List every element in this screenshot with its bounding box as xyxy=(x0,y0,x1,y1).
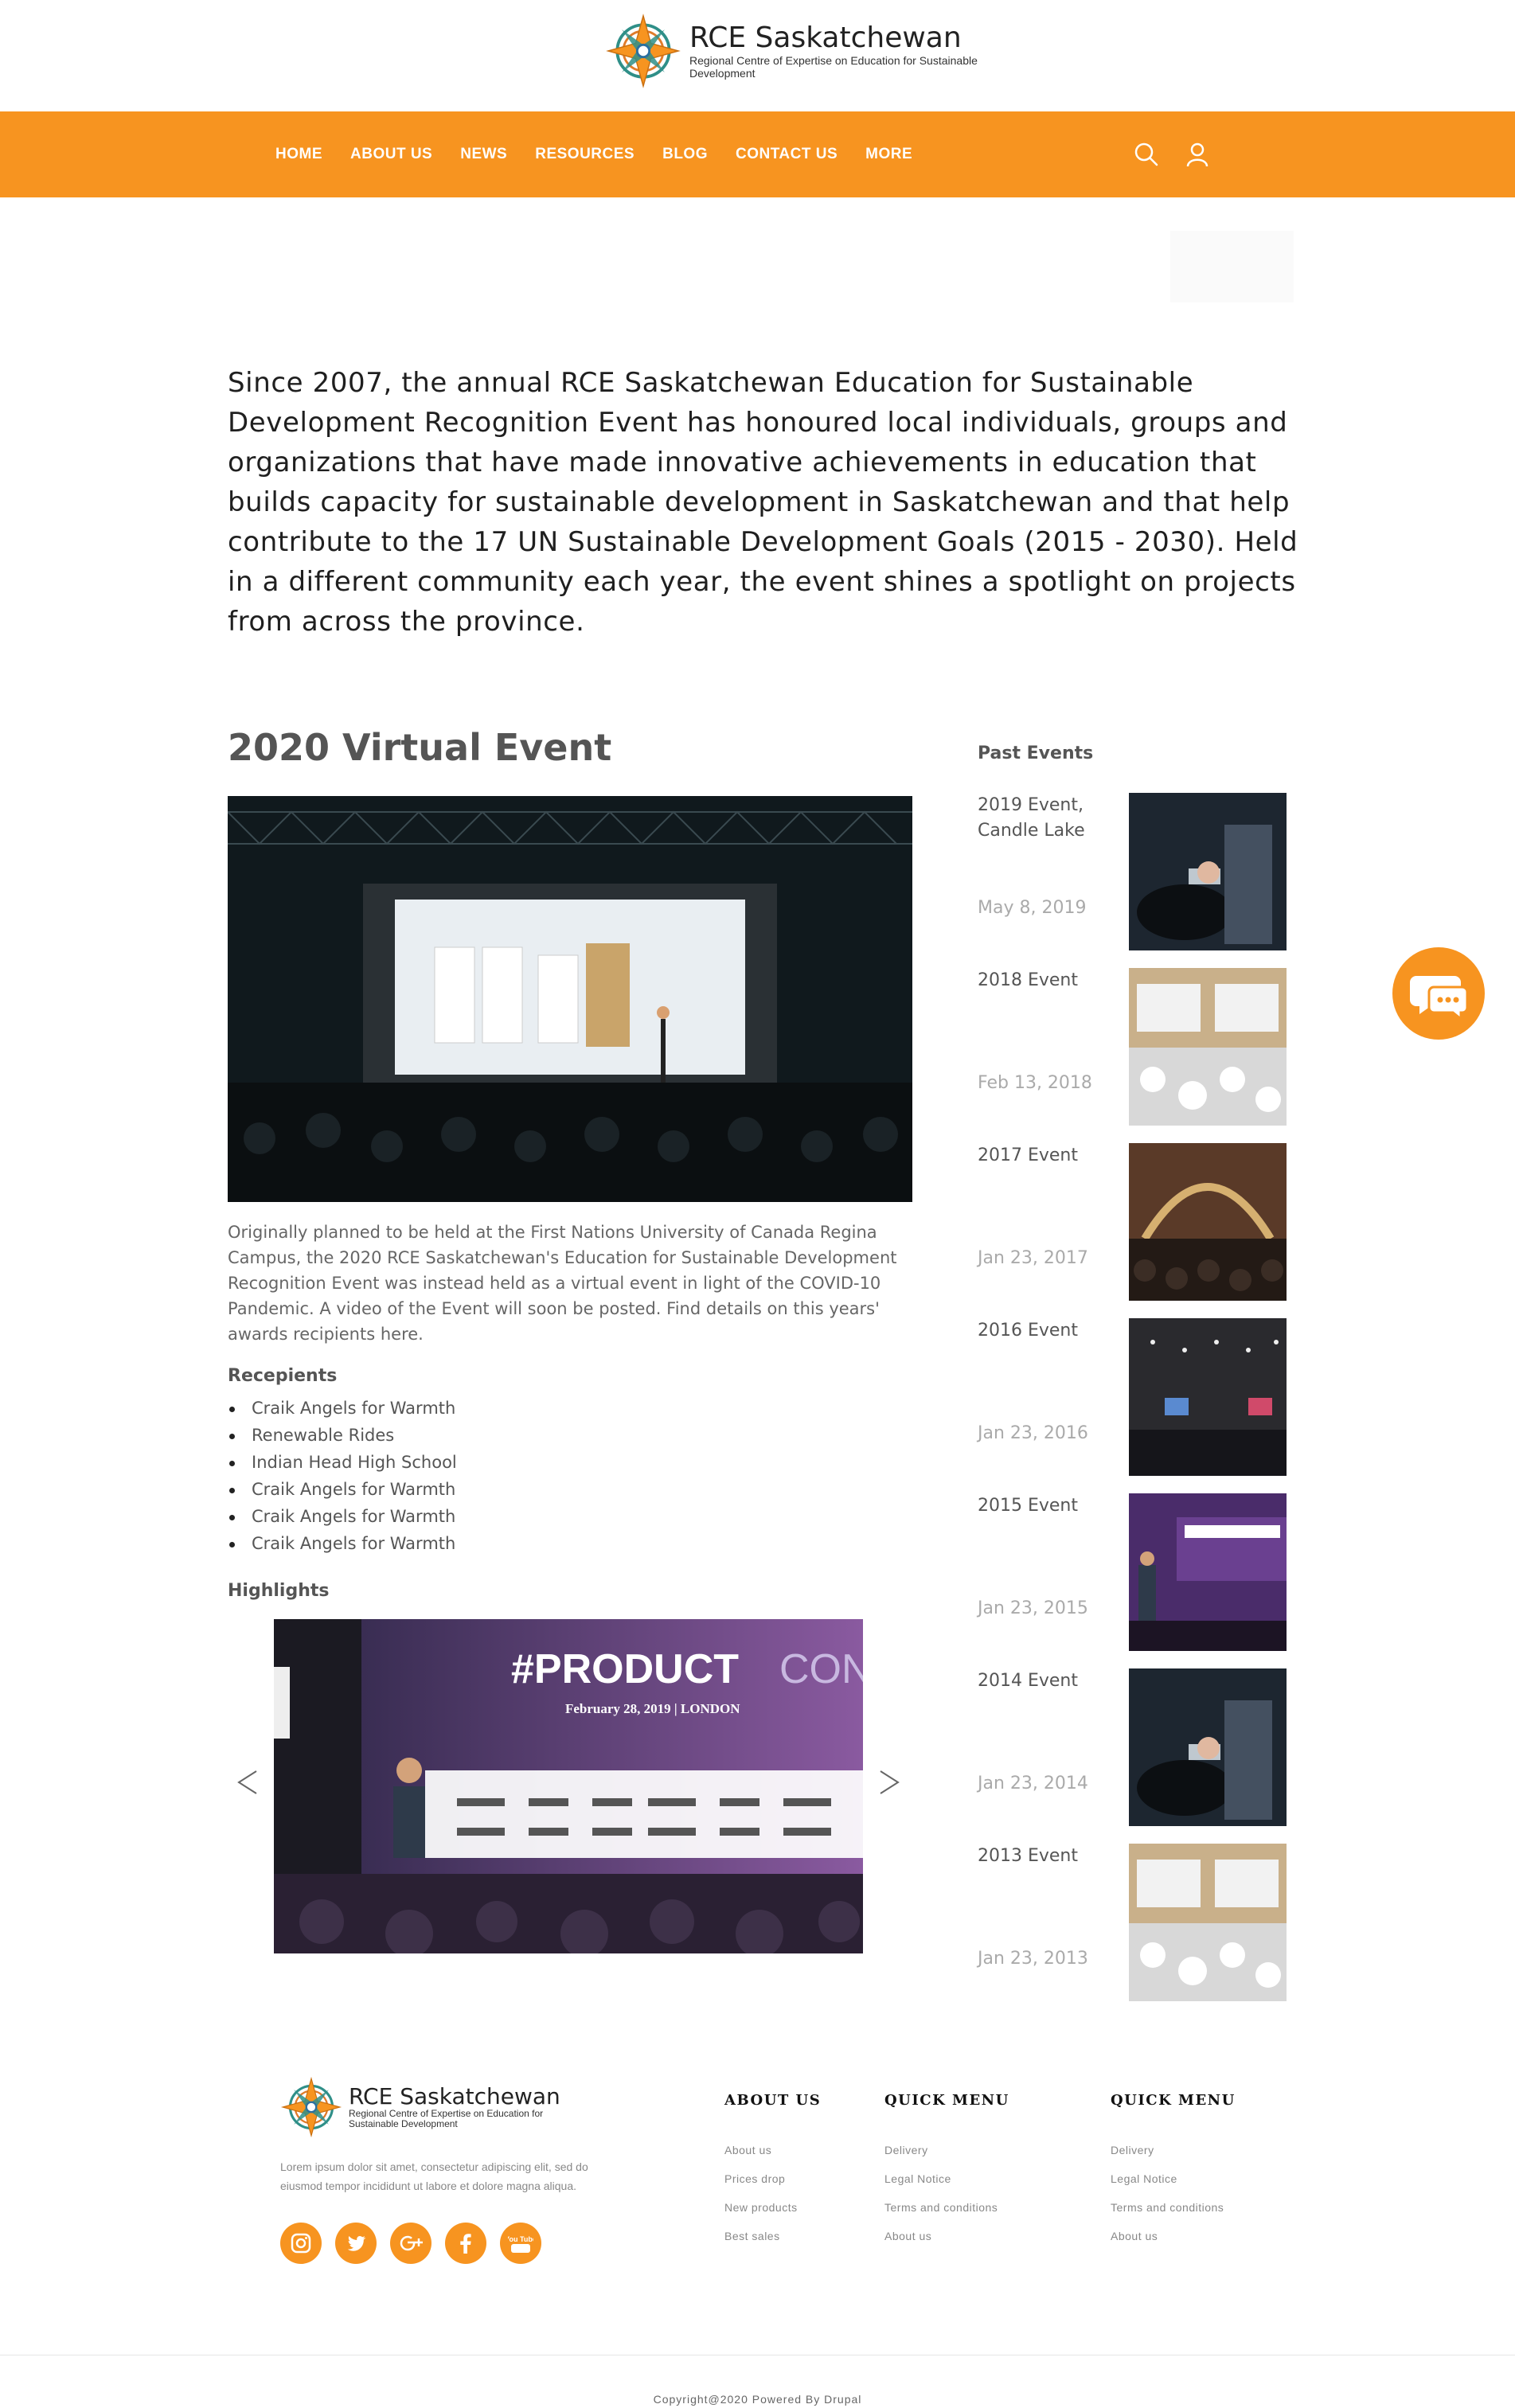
footer-link[interactable]: Terms and conditions xyxy=(884,2193,1009,2222)
footer-description: Lorem ipsum dolor sit amet, consectetur … xyxy=(280,2160,588,2192)
past-event-item[interactable]: 2018 Event Feb 13, 2018 xyxy=(978,968,1296,1127)
nav-home[interactable]: HOME xyxy=(275,146,322,163)
past-event-date: Jan 23, 2015 xyxy=(978,1598,1088,1618)
nav-blog[interactable]: BLOG xyxy=(662,146,708,163)
past-event-name[interactable]: 2013 Event xyxy=(978,1844,1097,1869)
footer-column-quick-menu: QUICK MENU Delivery Legal Notice Terms a… xyxy=(884,2092,1009,2250)
past-event-thumbnail[interactable] xyxy=(1129,1318,1287,1476)
social-links: You Tube xyxy=(280,2223,555,2264)
footer-column-title: QUICK MENU xyxy=(884,2092,1009,2109)
instagram-icon[interactable] xyxy=(280,2223,322,2264)
site-header: RCE Saskatchewan Regional Centre of Expe… xyxy=(0,0,1515,111)
google-plus-icon[interactable] xyxy=(390,2223,431,2264)
recipients-list: Craik Angels for Warmth Renewable Rides … xyxy=(228,1395,457,1557)
copyright-text: Copyright@2020 Powered By Drupal xyxy=(653,2393,862,2406)
past-event-name[interactable]: 2016 Event xyxy=(978,1318,1097,1344)
event-photo xyxy=(228,796,912,1202)
footer-link[interactable]: New products xyxy=(724,2193,821,2222)
footer-column-quick-menu-2: QUICK MENU Delivery Legal Notice Terms a… xyxy=(1111,2092,1236,2250)
list-item: Craik Angels for Warmth xyxy=(228,1395,457,1422)
footer-column-about: ABOUT US About us Prices drop New produc… xyxy=(724,2092,821,2250)
past-event-thumbnail[interactable] xyxy=(1129,1143,1287,1301)
footer-link[interactable]: About us xyxy=(724,2136,821,2164)
nav-resources[interactable]: RESOURCES xyxy=(535,146,635,163)
footer-link[interactable]: Delivery xyxy=(884,2136,1009,2164)
past-event-thumbnail[interactable] xyxy=(1129,793,1287,950)
past-event-thumbnail[interactable] xyxy=(1129,1668,1287,1826)
footer-link[interactable]: Legal Notice xyxy=(1111,2164,1236,2193)
slide-headline-b: CON xyxy=(779,1646,863,1692)
main-nav-bar: HOME ABOUT US NEWS RESOURCES BLOG CONTAC… xyxy=(0,111,1515,197)
highlights-carousel: #PRODUCT CON February 28, 2019 | LONDON xyxy=(228,1619,912,1953)
footer-brand-title: RCE Saskatchewan xyxy=(349,2083,560,2109)
event-description: Originally planned to be held at the Fir… xyxy=(228,1223,897,1344)
footer-link[interactable]: Prices drop xyxy=(724,2164,821,2193)
list-item: Craik Angels for Warmth xyxy=(228,1530,457,1557)
nav-more[interactable]: MORE xyxy=(865,146,912,163)
logo-icon xyxy=(280,2076,342,2138)
past-event-thumbnail[interactable] xyxy=(1129,1493,1287,1651)
past-event-thumbnail[interactable] xyxy=(1129,1844,1287,2001)
footer-link[interactable]: Delivery xyxy=(1111,2136,1236,2164)
twitter-icon[interactable] xyxy=(335,2223,377,2264)
past-event-date: May 8, 2019 xyxy=(978,898,1087,918)
nav-news[interactable]: NEWS xyxy=(460,146,507,163)
youtube-icon[interactable]: You Tube xyxy=(500,2223,541,2264)
search-icon[interactable] xyxy=(1132,140,1161,169)
slide-headline-a: #PRODUCT xyxy=(511,1646,739,1692)
past-event-item[interactable]: 2019 Event, Candle Lake May 8, 2019 xyxy=(978,793,1296,952)
past-event-name[interactable]: 2015 Event xyxy=(978,1493,1097,1519)
footer-link[interactable]: Legal Notice xyxy=(884,2164,1009,2193)
footer-column-title: QUICK MENU xyxy=(1111,2092,1236,2109)
footer-link[interactable]: About us xyxy=(884,2222,1009,2250)
footer-link[interactable]: Best sales xyxy=(724,2222,821,2250)
facebook-icon[interactable] xyxy=(445,2223,486,2264)
nav-contact-us[interactable]: CONTACT US xyxy=(736,146,838,163)
logo-icon xyxy=(606,14,681,88)
list-item: Indian Head High School xyxy=(228,1449,457,1476)
past-event-date: Feb 13, 2018 xyxy=(978,1073,1092,1093)
past-event-date: Jan 23, 2016 xyxy=(978,1423,1088,1443)
intro-paragraph: Since 2007, the annual RCE Saskatchewan … xyxy=(228,367,1298,638)
placeholder-box xyxy=(1170,231,1294,302)
recipients-heading: Recepients xyxy=(228,1366,338,1386)
brand-title: RCE Saskatchewan xyxy=(689,21,962,54)
past-event-item[interactable]: 2017 Event Jan 23, 2017 xyxy=(978,1143,1296,1302)
list-item: Craik Angels for Warmth xyxy=(228,1503,457,1530)
past-event-date: Jan 23, 2014 xyxy=(978,1774,1088,1793)
past-event-date: Jan 23, 2017 xyxy=(978,1248,1088,1268)
chat-button[interactable] xyxy=(1392,947,1485,1040)
footer-brand-subtitle: Regional Centre of Expertise on Educatio… xyxy=(349,2108,544,2129)
past-event-item[interactable]: 2015 Event Jan 23, 2015 xyxy=(978,1493,1296,1653)
site-logo[interactable]: RCE Saskatchewan Regional Centre of Expe… xyxy=(605,13,992,89)
list-item: Renewable Rides xyxy=(228,1422,457,1449)
footer-link[interactable]: About us xyxy=(1111,2222,1236,2250)
past-events-title: Past Events xyxy=(978,743,1094,763)
main-nav: HOME ABOUT US NEWS RESOURCES BLOG CONTAC… xyxy=(275,111,940,197)
past-event-date: Jan 23, 2013 xyxy=(978,1949,1088,1969)
past-event-thumbnail[interactable] xyxy=(1129,968,1287,1126)
chat-icon xyxy=(1410,976,1469,1022)
slide-date: February 28, 2019 | LONDON xyxy=(565,1701,740,1716)
past-event-item[interactable]: 2013 Event Jan 23, 2013 xyxy=(978,1844,1296,2003)
past-event-item[interactable]: 2016 Event Jan 23, 2016 xyxy=(978,1318,1296,1477)
past-event-item[interactable]: 2014 Event Jan 23, 2014 xyxy=(978,1668,1296,1828)
carousel-prev-icon[interactable] xyxy=(236,1766,260,1798)
past-event-name[interactable]: 2019 Event, Candle Lake xyxy=(978,793,1097,844)
footer-logo[interactable]: RCE Saskatchewan Regional Centre of Expe… xyxy=(280,2076,588,2138)
brand-subtitle: Regional Centre of Expertise on Educatio… xyxy=(689,54,978,80)
past-event-name[interactable]: 2017 Event xyxy=(978,1143,1097,1169)
user-icon[interactable] xyxy=(1183,140,1212,169)
list-item: Craik Angels for Warmth xyxy=(228,1476,457,1503)
highlight-slide: #PRODUCT CON February 28, 2019 | LONDON xyxy=(274,1619,863,1953)
highlights-heading: Highlights xyxy=(228,1581,330,1601)
past-event-name[interactable]: 2018 Event xyxy=(978,968,1097,993)
past-event-name[interactable]: 2014 Event xyxy=(978,1668,1097,1694)
nav-about-us[interactable]: ABOUT US xyxy=(350,146,432,163)
footer-link[interactable]: Terms and conditions xyxy=(1111,2193,1236,2222)
youtube-label: You Tube xyxy=(508,2235,533,2243)
carousel-next-icon[interactable] xyxy=(877,1766,901,1798)
event-title: 2020 Virtual Event xyxy=(228,726,612,769)
footer-column-title: ABOUT US xyxy=(724,2092,822,2109)
